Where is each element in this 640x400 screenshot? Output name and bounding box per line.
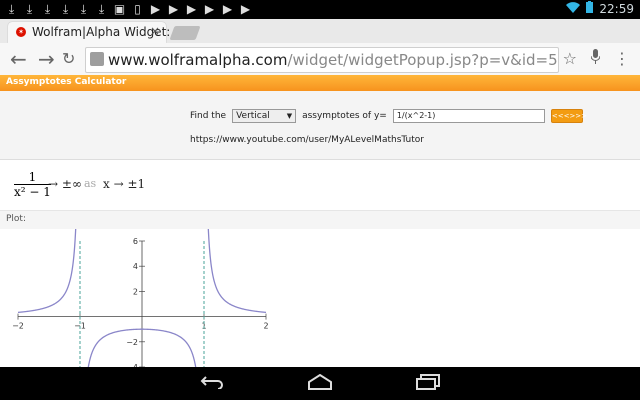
recents-nav-icon[interactable] — [416, 374, 440, 394]
download-icon: ⤓ — [80, 2, 87, 16]
dropdown-arrow-icon: ▼ — [286, 112, 293, 120]
play-icon: ▶ — [240, 2, 251, 16]
microphone-icon[interactable] — [590, 49, 601, 68]
asymptotes-label: assymptotes of y= — [302, 111, 387, 121]
page-icon — [90, 52, 104, 66]
form-row: Find the Vertical ▼ assymptotes of y= 1/(… — [190, 109, 587, 123]
home-nav-icon[interactable] — [307, 373, 333, 394]
find-label: Find the — [190, 111, 227, 121]
play-icon: ▶ — [222, 2, 233, 16]
wolfram-favicon-icon: ✶ — [16, 27, 26, 37]
submit-button[interactable]: <<<>>> — [550, 109, 587, 123]
gallery-icon: ▣ — [113, 2, 126, 16]
back-nav-icon[interactable] — [200, 374, 224, 393]
toolbar-right: ☆ ⋮ — [563, 49, 630, 68]
battery-icon — [586, 1, 594, 16]
curve-right-branch — [205, 215, 267, 314]
y-tick-label: 2 — [133, 287, 138, 296]
curve-left-branch — [17, 215, 79, 314]
clock: 22:59 — [599, 1, 634, 16]
y-tick-label: 4 — [133, 262, 138, 271]
wifi-icon — [566, 1, 581, 16]
download-icon: ⤓ — [98, 2, 105, 16]
play-icon: ▶ — [186, 2, 197, 16]
download-icon: ⤓ — [62, 2, 69, 16]
status-right: 22:59 — [566, 1, 634, 16]
menu-icon[interactable]: ⋮ — [614, 49, 630, 68]
browser-tab[interactable]: ✶ Wolfram|Alpha Widget: × — [8, 22, 170, 43]
asymptote-type-select[interactable]: Vertical ▼ — [232, 109, 297, 123]
widget-title: Assymptotes Calculator — [6, 77, 127, 87]
result-pod: 1 x² − 1 → ±∞ as x → ±1 — [0, 160, 640, 211]
denominator: x² − 1 — [14, 185, 51, 199]
plot-header: Plot: — [0, 211, 640, 230]
forward-icon[interactable]: → — [38, 47, 55, 71]
download-icon: ⤓ — [8, 2, 15, 16]
download-icon: ⤓ — [44, 2, 51, 16]
widget-header: Assymptotes Calculator — [0, 75, 640, 91]
plot-area: −2−112−4−2246 — [0, 215, 640, 393]
download-icon: ⤓ — [26, 2, 33, 16]
address-bar[interactable]: www.wolframalpha.com/widget/widgetPopup.… — [85, 47, 559, 73]
play-icon: ▶ — [150, 2, 161, 16]
x-limit: x → ±1 — [103, 177, 146, 191]
function-input[interactable]: 1/(x^2-1) — [392, 109, 545, 123]
phone-icon: ▯ — [134, 2, 141, 16]
y-tick-label: −2 — [126, 338, 138, 347]
numerator: 1 — [14, 170, 51, 185]
x-tick-label: 2 — [263, 322, 268, 331]
as-word: as — [84, 177, 97, 190]
new-tab-button[interactable] — [169, 26, 201, 40]
fraction: 1 x² − 1 — [14, 170, 51, 199]
widget-form: Find the Vertical ▼ assymptotes of y= 1/(… — [0, 91, 640, 160]
url-text: www.wolframalpha.com/widget/widgetPopup.… — [108, 51, 558, 69]
plot-label: Plot: — [6, 214, 26, 224]
close-tab-icon[interactable]: × — [150, 24, 160, 38]
status-bar: ⤓ ⤓ ⤓ ⤓ ⤓ ⤓ ▣ ▯ ▶ ▶ ▶ ▶ ▶ ▶ 22:59 — [0, 0, 640, 19]
toolbar: ← → ↻ www.wolframalpha.com/widget/widget… — [0, 43, 640, 76]
y-tick-label: 6 — [133, 237, 138, 246]
play-icon: ▶ — [204, 2, 215, 16]
notification-icons: ⤓ ⤓ ⤓ ⤓ ⤓ ⤓ ▣ ▯ ▶ ▶ ▶ ▶ ▶ ▶ — [4, 2, 253, 16]
navigation-bar — [0, 367, 640, 400]
limit-value: → ±∞ — [48, 177, 82, 191]
x-tick-label: −2 — [12, 322, 24, 331]
channel-link[interactable]: https://www.youtube.com/user/MyALevelMat… — [190, 135, 424, 145]
play-icon: ▶ — [168, 2, 179, 16]
asymptote-plot: −2−112−4−2246 — [12, 215, 269, 393]
reload-icon[interactable]: ↻ — [62, 49, 75, 68]
back-icon[interactable]: ← — [10, 47, 27, 71]
tab-bar: ✶ Wolfram|Alpha Widget: × — [0, 19, 640, 43]
bookmark-star-icon[interactable]: ☆ — [563, 49, 577, 68]
